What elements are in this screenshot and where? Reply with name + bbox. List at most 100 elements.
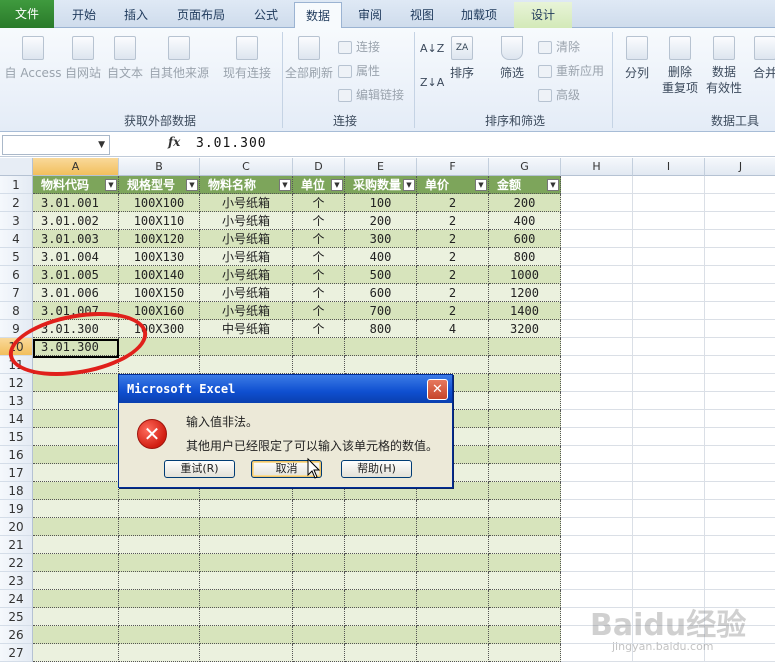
- table-cell[interactable]: [489, 554, 561, 572]
- filter-dropdown-icon[interactable]: ▼: [475, 179, 487, 191]
- column-header-e[interactable]: E: [345, 158, 417, 176]
- column-header-i[interactable]: I: [633, 158, 705, 176]
- from-text-button[interactable]: 自文本: [104, 36, 146, 81]
- table-cell[interactable]: [200, 554, 293, 572]
- table-cell[interactable]: [417, 572, 489, 590]
- empty-cell[interactable]: [705, 320, 775, 338]
- table-cell[interactable]: [119, 572, 200, 590]
- existing-connections-button[interactable]: 现有连接: [220, 36, 274, 81]
- column-header-j[interactable]: J: [705, 158, 775, 176]
- empty-cell[interactable]: [561, 266, 633, 284]
- table-cell[interactable]: [119, 644, 200, 662]
- empty-cell[interactable]: [633, 554, 705, 572]
- empty-cell[interactable]: [705, 482, 775, 500]
- table-cell[interactable]: [345, 500, 417, 518]
- reapply-button[interactable]: 重新应用: [538, 62, 604, 79]
- table-cell[interactable]: 500: [345, 266, 417, 284]
- empty-cell[interactable]: [633, 482, 705, 500]
- table-cell[interactable]: [489, 374, 561, 392]
- table-cell[interactable]: 2: [417, 266, 489, 284]
- table-cell[interactable]: [33, 554, 119, 572]
- table-cell[interactable]: [345, 644, 417, 662]
- table-cell[interactable]: [119, 536, 200, 554]
- row-header[interactable]: 4: [0, 230, 33, 248]
- table-cell[interactable]: [489, 518, 561, 536]
- table-cell[interactable]: [119, 356, 200, 374]
- table-cell[interactable]: [417, 518, 489, 536]
- table-cell[interactable]: [200, 572, 293, 590]
- table-cell[interactable]: 100X130: [119, 248, 200, 266]
- table-header-cell[interactable]: 规格型号 ▼: [119, 176, 200, 194]
- table-cell[interactable]: [345, 572, 417, 590]
- table-cell[interactable]: 3.01.002: [33, 212, 119, 230]
- empty-cell[interactable]: [705, 266, 775, 284]
- empty-cell[interactable]: [633, 248, 705, 266]
- table-cell[interactable]: [119, 518, 200, 536]
- row-header[interactable]: 2: [0, 194, 33, 212]
- empty-cell[interactable]: [705, 356, 775, 374]
- text-to-columns-button[interactable]: 分列: [620, 36, 654, 81]
- row-header[interactable]: 13: [0, 392, 33, 410]
- table-cell[interactable]: 400: [345, 248, 417, 266]
- filter-dropdown-icon[interactable]: ▼: [547, 179, 559, 191]
- from-web-button[interactable]: 自网站: [62, 36, 104, 81]
- table-cell[interactable]: 100X150: [119, 284, 200, 302]
- row-header[interactable]: 23: [0, 572, 33, 590]
- table-cell[interactable]: [417, 626, 489, 644]
- table-cell[interactable]: 个: [293, 230, 345, 248]
- empty-cell[interactable]: [561, 230, 633, 248]
- table-cell[interactable]: [33, 608, 119, 626]
- table-cell[interactable]: [489, 410, 561, 428]
- table-cell[interactable]: [345, 626, 417, 644]
- filter-dropdown-icon[interactable]: ▼: [186, 179, 198, 191]
- advanced-filter-button[interactable]: 高级: [538, 86, 580, 103]
- table-cell[interactable]: 2: [417, 194, 489, 212]
- table-cell[interactable]: [200, 626, 293, 644]
- empty-cell[interactable]: [705, 302, 775, 320]
- column-header-c[interactable]: C: [200, 158, 293, 176]
- empty-cell[interactable]: [633, 284, 705, 302]
- insert-function-icon[interactable]: fx: [168, 135, 180, 149]
- remove-duplicates-button[interactable]: 删除 重复项: [660, 36, 700, 96]
- row-header[interactable]: 20: [0, 518, 33, 536]
- row-header[interactable]: 22: [0, 554, 33, 572]
- table-cell[interactable]: [417, 356, 489, 374]
- empty-cell[interactable]: [705, 176, 775, 194]
- empty-cell[interactable]: [633, 446, 705, 464]
- table-cell[interactable]: 400: [489, 212, 561, 230]
- table-cell[interactable]: [293, 338, 345, 356]
- table-cell[interactable]: [417, 500, 489, 518]
- empty-cell[interactable]: [705, 212, 775, 230]
- empty-cell[interactable]: [705, 536, 775, 554]
- table-cell[interactable]: [345, 536, 417, 554]
- empty-cell[interactable]: [561, 554, 633, 572]
- table-cell[interactable]: [119, 554, 200, 572]
- filter-dropdown-icon[interactable]: ▼: [279, 179, 291, 191]
- table-cell[interactable]: [200, 338, 293, 356]
- table-cell[interactable]: [489, 500, 561, 518]
- table-cell[interactable]: [33, 428, 119, 446]
- table-cell[interactable]: 个: [293, 284, 345, 302]
- table-cell[interactable]: 小号纸箱: [200, 284, 293, 302]
- table-cell[interactable]: [489, 536, 561, 554]
- tab-insert[interactable]: 插入: [112, 2, 160, 28]
- empty-cell[interactable]: [705, 230, 775, 248]
- table-header-cell[interactable]: 采购数量 ▼: [345, 176, 417, 194]
- table-cell[interactable]: 3.01.006: [33, 284, 119, 302]
- empty-cell[interactable]: [561, 338, 633, 356]
- table-cell[interactable]: [293, 356, 345, 374]
- properties-button[interactable]: 属性: [338, 62, 380, 79]
- table-cell[interactable]: 1200: [489, 284, 561, 302]
- table-cell[interactable]: 700: [345, 302, 417, 320]
- row-header[interactable]: 27: [0, 644, 33, 662]
- empty-cell[interactable]: [633, 428, 705, 446]
- table-cell[interactable]: [119, 608, 200, 626]
- table-cell[interactable]: [33, 626, 119, 644]
- table-cell[interactable]: [293, 572, 345, 590]
- empty-cell[interactable]: [633, 302, 705, 320]
- table-cell[interactable]: [417, 590, 489, 608]
- table-cell[interactable]: [293, 626, 345, 644]
- table-cell[interactable]: [293, 536, 345, 554]
- column-header-b[interactable]: B: [119, 158, 200, 176]
- name-box-dropdown-icon[interactable]: ▼: [98, 136, 105, 154]
